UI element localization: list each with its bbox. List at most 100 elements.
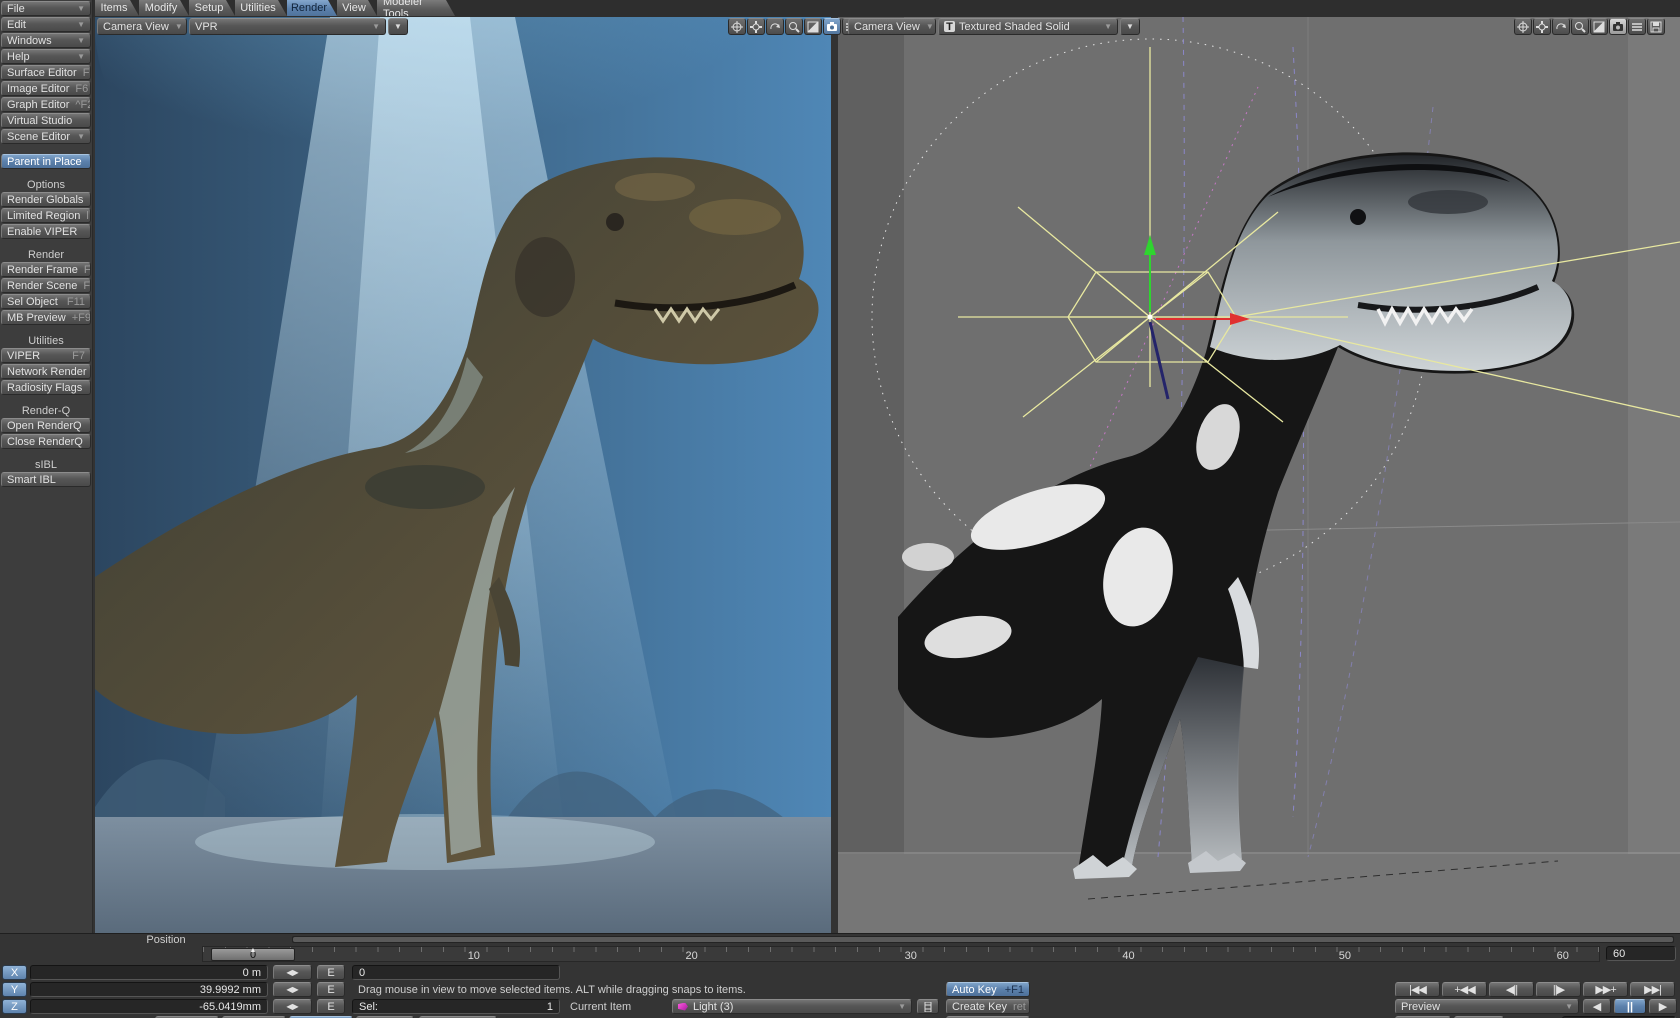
x-axis-button[interactable]: X [2, 965, 27, 980]
next-frame-button[interactable]: ||▶ [1536, 982, 1581, 997]
save-layout-icon[interactable] [1647, 18, 1665, 35]
render-scene-button[interactable]: Render SceneF10 [1, 278, 91, 293]
vpr-rendered-scene [95, 17, 831, 933]
end-frame-field[interactable]: 60 [1606, 946, 1676, 961]
render-globals-button[interactable]: Render Globals [1, 192, 91, 207]
texture-mode-icon: T [944, 21, 955, 32]
tab-render[interactable]: Render [287, 0, 337, 16]
timeline-pan-scrollbar[interactable] [292, 936, 1674, 943]
rotate-tool-icon[interactable] [1533, 18, 1551, 35]
prev-key-button[interactable]: +◀◀ [1442, 982, 1487, 997]
ruler-label: 50 [1339, 950, 1351, 962]
chevron-down-icon: ▼ [71, 20, 85, 29]
section-utilities: Utilities [0, 335, 92, 348]
surface-editor-button[interactable]: Surface EditorF5 [1, 65, 91, 80]
render-mode-dropdown[interactable]: T Textured Shaded Solid▼ [938, 18, 1118, 35]
x-stepper[interactable]: ◀▶ [273, 965, 312, 980]
viper-button[interactable]: VIPERF7 [1, 348, 91, 363]
enable-viper-button[interactable]: Enable VIPER [1, 224, 91, 239]
go-start-button[interactable]: |◀◀ [1395, 982, 1440, 997]
image-editor-button[interactable]: Image EditorF6 [1, 81, 91, 96]
item-picker-button[interactable] [917, 999, 939, 1014]
chevron-down-icon: ▼ [71, 36, 85, 45]
scene-editor-button[interactable]: Scene Editor▼ [1, 129, 91, 144]
x-envelope-button[interactable]: E [317, 965, 345, 980]
graph-editor-button[interactable]: Graph Editor^F2 [1, 97, 91, 112]
selection-count-field: Sel:1 [352, 999, 560, 1014]
menu-help[interactable]: Help▼ [1, 49, 91, 64]
chevron-down-icon: ▼ [920, 22, 934, 31]
y-envelope-button[interactable]: E [317, 982, 345, 997]
frame-slider-handle[interactable]: ▲0 [211, 948, 295, 961]
viewport-list-icon[interactable] [1628, 18, 1646, 35]
pan-tool-icon[interactable] [728, 18, 746, 35]
shaded-scene [838, 17, 1680, 933]
zoom-tool-icon[interactable] [785, 18, 803, 35]
z-stepper[interactable]: ◀▶ [273, 999, 312, 1014]
camera-view-icon[interactable] [823, 18, 841, 35]
limited-region-button[interactable]: Limited Regionl [1, 208, 91, 223]
zoom-tool-icon[interactable] [1571, 18, 1589, 35]
menu-windows[interactable]: Windows▼ [1, 33, 91, 48]
z-value-field[interactable]: -65.0419mm [30, 999, 268, 1014]
bottom-panel: Position 0 10 20 30 40 50 60 ▲0 60 X 0 m… [0, 933, 1680, 1018]
menu-file[interactable]: File▼ [1, 1, 91, 16]
z-envelope-button[interactable]: E [317, 999, 345, 1014]
ruler-label: 30 [905, 950, 917, 962]
close-renderq-button[interactable]: Close RenderQ [1, 434, 91, 449]
view-type-dropdown[interactable]: Camera View▼ [848, 18, 936, 35]
next-key-button[interactable]: ▶▶+ [1583, 982, 1628, 997]
viewport-options-dropdown[interactable]: ▼ [1120, 18, 1140, 35]
tab-view[interactable]: View [337, 0, 377, 16]
go-end-button[interactable]: ▶▶| [1630, 982, 1675, 997]
view-type-dropdown[interactable]: Camera View▼ [97, 18, 187, 35]
tab-modeler-tools[interactable]: Modeler Tools [377, 0, 455, 16]
chevron-down-icon: ▼ [169, 22, 183, 31]
camera-view-icon[interactable] [1609, 18, 1627, 35]
virtual-studio-button[interactable]: Virtual Studio [1, 113, 91, 128]
viewport-right-shaded[interactable]: Camera View▼ T Textured Shaded Solid▼ ▼ [838, 17, 1680, 933]
z-axis-button[interactable]: Z [2, 999, 27, 1014]
parent-in-place-button[interactable]: Parent in Place [1, 154, 91, 169]
orbit-tool-icon[interactable] [766, 18, 784, 35]
tab-utilities[interactable]: Utilities [235, 0, 287, 16]
prev-frame-button[interactable]: ◀|| [1489, 982, 1534, 997]
render-mode-dropdown[interactable]: VPR▼ [189, 18, 386, 35]
preview-dropdown[interactable]: Preview▼ [1395, 999, 1579, 1014]
auto-key-button[interactable]: Auto Key+F1 [946, 982, 1030, 997]
x-value-field[interactable]: 0 m [30, 965, 268, 980]
smart-ibl-button[interactable]: Smart IBL [1, 472, 91, 487]
orbit-tool-icon[interactable] [1552, 18, 1570, 35]
rotate-tool-icon[interactable] [747, 18, 765, 35]
play-reverse-button[interactable]: ◀ [1583, 999, 1611, 1014]
tab-items[interactable]: Items [95, 0, 139, 16]
minmax-viewport-icon[interactable] [1590, 18, 1608, 35]
minmax-viewport-icon[interactable] [804, 18, 822, 35]
status-info-text: Drag mouse in view to move selected item… [358, 984, 746, 996]
tab-setup[interactable]: Setup [189, 0, 235, 16]
mb-preview-button[interactable]: MB Preview+F9 [1, 310, 91, 325]
sel-object-button[interactable]: Sel ObjectF11 [1, 294, 91, 309]
y-value-field[interactable]: 39.9992 mm [30, 982, 268, 997]
timeline-ruler[interactable]: 0 10 20 30 40 50 60 ▲0 [202, 946, 1600, 962]
pan-tool-icon[interactable] [1514, 18, 1532, 35]
pause-button[interactable]: || [1614, 999, 1646, 1014]
radiosity-flags-button[interactable]: Radiosity Flags [1, 380, 91, 395]
menu-edit[interactable]: Edit▼ [1, 17, 91, 32]
render-frame-button[interactable]: Render FrameF9 [1, 262, 91, 277]
lightwave-layout-window: { "colors": { "accent": "#5b80ab", "tab_… [0, 0, 1680, 1018]
current-item-dropdown[interactable]: Light (3) ▼ [672, 999, 912, 1014]
item-list-icon [924, 1002, 932, 1012]
tab-modify[interactable]: Modify [139, 0, 189, 16]
open-renderq-button[interactable]: Open RenderQ [1, 418, 91, 433]
play-forward-button[interactable]: ▶ [1649, 999, 1677, 1014]
network-render-button[interactable]: Network Render [1, 364, 91, 379]
viewport-options-dropdown[interactable]: ▼ [388, 18, 408, 35]
create-key-button[interactable]: Create Keyret [946, 999, 1030, 1014]
y-stepper[interactable]: ◀▶ [273, 982, 312, 997]
current-frame-field[interactable]: 0 [352, 965, 560, 980]
y-axis-button[interactable]: Y [2, 982, 27, 997]
section-renderq: Render-Q [0, 405, 92, 418]
section-options: Options [0, 179, 92, 192]
viewport-left-vpr[interactable]: Camera View▼ VPR▼ ▼ [95, 17, 831, 933]
